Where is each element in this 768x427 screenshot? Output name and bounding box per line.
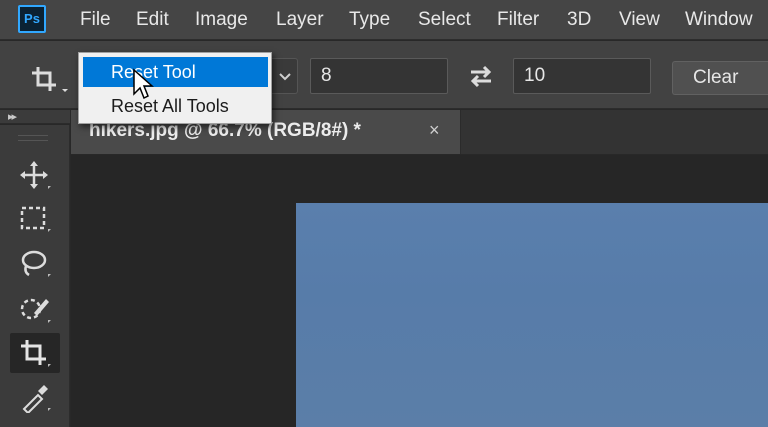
menu-3d[interactable]: 3D: [567, 9, 591, 31]
quick-selection-tool[interactable]: [10, 289, 60, 329]
height-field[interactable]: 10: [513, 58, 651, 94]
ratio-dropdown[interactable]: [272, 58, 298, 94]
panel-grip[interactable]: [18, 135, 48, 141]
menu-layer[interactable]: Layer: [276, 9, 324, 31]
crop-icon: [32, 67, 68, 92]
document-image[interactable]: [296, 203, 768, 427]
reset-tool-menu-item[interactable]: Reset Tool: [83, 57, 268, 87]
close-icon[interactable]: ×: [429, 120, 440, 141]
toolbar-header: ▸▸: [0, 110, 70, 124]
move-tool[interactable]: [10, 155, 60, 195]
eyedropper-tool[interactable]: [10, 377, 60, 417]
clear-button[interactable]: Clear: [672, 61, 768, 95]
swap-dimensions-button[interactable]: [467, 64, 495, 88]
tools-panel: [0, 125, 70, 427]
crop-tool[interactable]: [10, 333, 60, 373]
menu-type[interactable]: Type: [349, 9, 390, 31]
rectangular-marquee-tool[interactable]: [10, 198, 60, 238]
marquee-icon: [20, 206, 51, 232]
menu-image[interactable]: Image: [195, 9, 248, 31]
tool-preset-picker[interactable]: [30, 65, 70, 95]
photoshop-logo[interactable]: Ps: [18, 5, 46, 33]
eyedropper-icon: [22, 385, 51, 413]
reset-all-tools-menu-item[interactable]: Reset All Tools: [83, 91, 268, 121]
tool-preset-context-menu: Reset Tool Reset All Tools: [78, 52, 272, 124]
move-icon: [20, 161, 51, 189]
menu-window[interactable]: Window: [685, 9, 753, 31]
crop-icon: [21, 340, 51, 367]
menu-filter[interactable]: Filter: [497, 9, 539, 31]
width-field[interactable]: 8: [310, 58, 448, 94]
lasso-tool[interactable]: [10, 243, 60, 283]
menu-edit[interactable]: Edit: [136, 9, 169, 31]
menu-view[interactable]: View: [619, 9, 660, 31]
collapse-icon[interactable]: ▸▸: [8, 110, 17, 123]
swap-icon: [470, 65, 492, 88]
menu-select[interactable]: Select: [418, 9, 471, 31]
menu-bar: Ps File Edit Image Layer Type Select Fil…: [0, 0, 768, 40]
lasso-icon: [21, 250, 51, 277]
chevron-down-icon: [279, 73, 291, 81]
quick-selection-icon: [20, 298, 51, 323]
menu-file[interactable]: File: [80, 9, 111, 31]
